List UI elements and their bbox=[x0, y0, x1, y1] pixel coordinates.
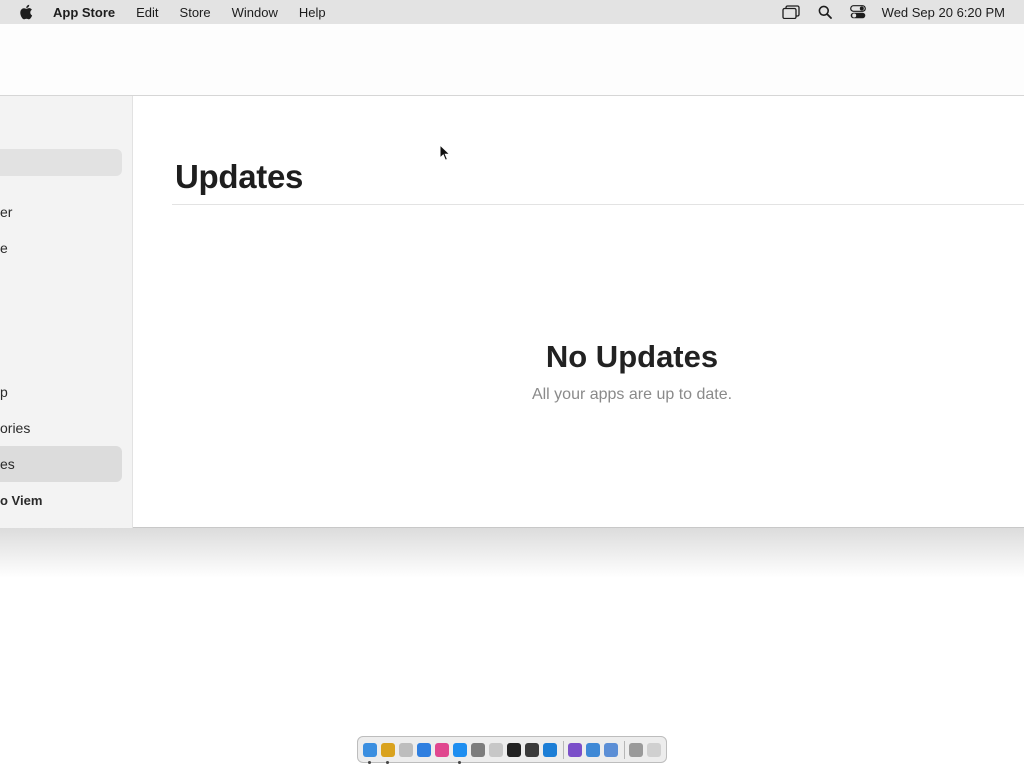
sidebar-item-categories[interactable]: ories bbox=[0, 420, 30, 436]
menu-app-store[interactable]: App Store bbox=[53, 5, 115, 20]
sidebar-user-account[interactable]: o Viem bbox=[0, 493, 42, 508]
finder-icon[interactable] bbox=[363, 742, 377, 764]
keyboard-icon[interactable] bbox=[629, 742, 643, 757]
vscode-icon[interactable] bbox=[543, 742, 557, 757]
sidebar-selected-highlight bbox=[0, 446, 122, 482]
apple-icon[interactable] bbox=[19, 4, 35, 20]
preview-icon[interactable] bbox=[586, 742, 600, 757]
terminal-icon[interactable] bbox=[507, 742, 521, 757]
dock bbox=[357, 736, 667, 764]
chrome-icon[interactable] bbox=[381, 742, 395, 764]
menu-store[interactable]: Store bbox=[180, 5, 211, 20]
system-settings-icon[interactable] bbox=[471, 742, 485, 757]
launchpad-icon[interactable] bbox=[399, 742, 413, 757]
sidebar: er e p ories es o Viem bbox=[0, 96, 133, 528]
photos-app-icon[interactable] bbox=[435, 742, 449, 757]
empty-state-subtitle: All your apps are up to date. bbox=[531, 386, 733, 403]
sidebar-item-updates[interactable]: es bbox=[0, 456, 15, 472]
app-icon[interactable] bbox=[525, 742, 539, 757]
dock-separator bbox=[624, 740, 625, 759]
window-shadow bbox=[0, 528, 1024, 578]
menu-bar-status: Wed Sep 20 6:20 PM bbox=[764, 0, 1005, 24]
menu-bar: App Store Edit Store Window Help Wed Sep… bbox=[0, 0, 1024, 24]
pencil-icon[interactable] bbox=[489, 742, 503, 757]
trash-icon[interactable] bbox=[647, 742, 661, 757]
search-field[interactable] bbox=[0, 149, 122, 176]
title-divider bbox=[172, 204, 1024, 205]
safari-icon[interactable] bbox=[417, 742, 431, 757]
screen-sharing-icon[interactable] bbox=[604, 742, 618, 757]
sidebar-item-arcade[interactable]: e bbox=[0, 240, 8, 256]
app-store-icon[interactable] bbox=[453, 742, 467, 764]
menu-edit[interactable]: Edit bbox=[136, 5, 158, 20]
menu-window[interactable]: Window bbox=[232, 5, 278, 20]
running-indicator bbox=[458, 760, 461, 764]
search-icon[interactable] bbox=[818, 5, 832, 19]
sidebar-item-discover[interactable]: er bbox=[0, 204, 12, 220]
dock-separator bbox=[563, 740, 564, 759]
window-toolbar bbox=[0, 24, 1024, 96]
visual-studio-icon[interactable] bbox=[568, 742, 582, 757]
main-content: Updates No Updates All your apps are up … bbox=[133, 96, 1024, 528]
window-icon[interactable] bbox=[782, 5, 800, 19]
running-indicator bbox=[386, 760, 389, 764]
running-indicator bbox=[368, 760, 371, 764]
control-center-icon[interactable] bbox=[849, 5, 866, 19]
page-title: Updates bbox=[175, 158, 304, 195]
menu-bar-clock[interactable]: Wed Sep 20 6:20 PM bbox=[882, 5, 1005, 20]
menu-help[interactable]: Help bbox=[299, 5, 326, 20]
empty-state-title: No Updates bbox=[545, 339, 719, 374]
mouse-cursor-icon bbox=[439, 144, 451, 161]
sidebar-item-develop[interactable]: p bbox=[0, 384, 8, 400]
